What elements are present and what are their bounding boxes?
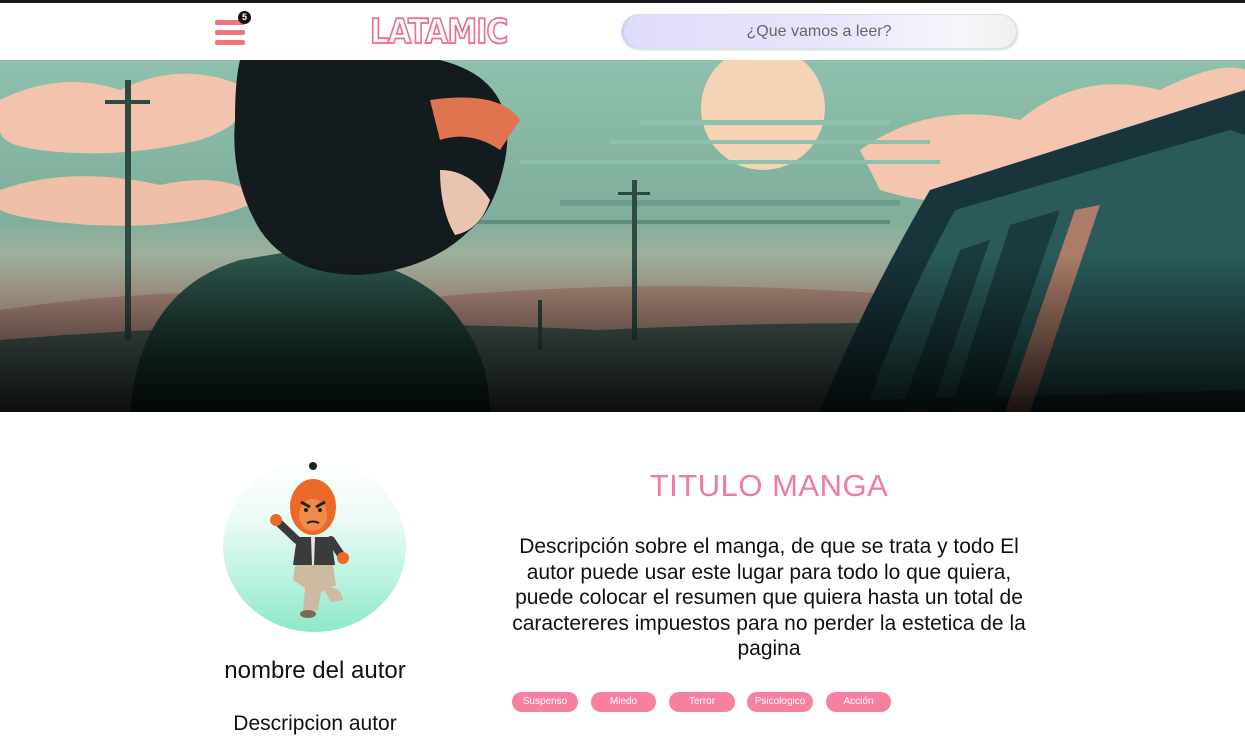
avatar-figure-icon [270, 462, 349, 618]
hamburger-menu-button[interactable]: 5 [213, 11, 251, 50]
search-input[interactable] [622, 15, 1016, 48]
search-bar[interactable] [621, 14, 1017, 49]
author-name[interactable]: nombre del autor [200, 657, 430, 685]
manga-title: TITULO MANGA [649, 468, 889, 503]
hamburger-menu-icon-bar [215, 40, 245, 45]
top-navbar: 5 LATAMIC [0, 3, 1245, 60]
tag-miedo[interactable]: Miedo [591, 692, 656, 712]
tag-terror[interactable]: Terror [669, 692, 735, 712]
tag-suspenso[interactable]: Suspenso [512, 692, 578, 712]
hero-illustration [0, 60, 1245, 412]
manga-description: Descripción sobre el manga, de que se tr… [512, 535, 1026, 660]
hero-banner-image [0, 60, 1245, 412]
tag-accion[interactable]: Acción [826, 692, 891, 712]
logo-text: LATAMIC [369, 12, 509, 53]
site-logo[interactable]: LATAMIC [369, 12, 509, 53]
manga-info-panel: TITULO MANGA Descripción sobre el manga,… [505, 466, 1033, 662]
notification-badge: 5 [238, 11, 251, 24]
tag-psicologico[interactable]: Psicologico [747, 692, 813, 712]
author-description: Descripcion autor [233, 712, 397, 735]
hamburger-menu-icon-bar [215, 30, 245, 35]
author-panel: nombre del autor Descripcion autor [200, 440, 430, 750]
author-avatar[interactable] [223, 460, 406, 632]
